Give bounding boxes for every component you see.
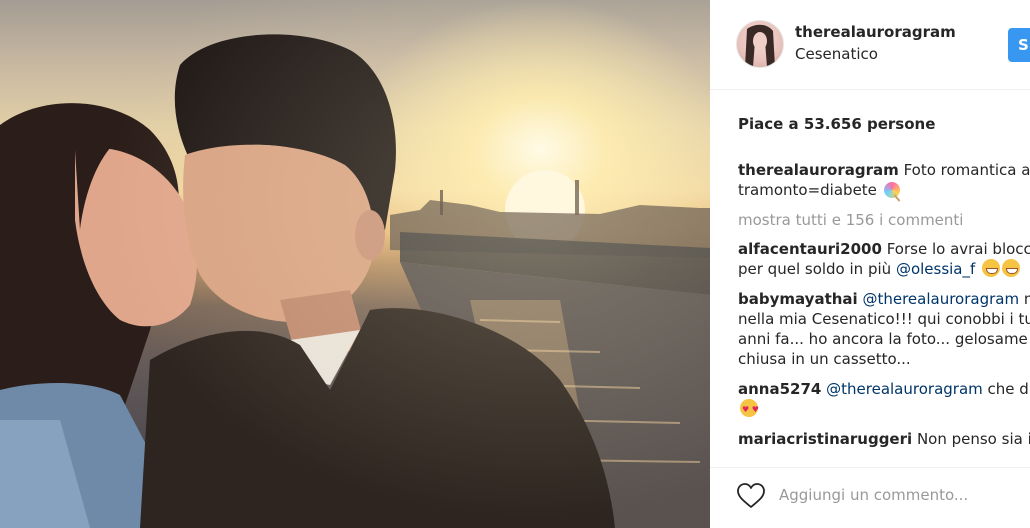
caption-username[interactable]: therealauroragram	[738, 161, 899, 179]
add-comment-input[interactable]	[779, 482, 1009, 508]
comment-mention[interactable]: @therealauroragram	[862, 290, 1019, 308]
comment-text: per quel soldo in più	[738, 260, 892, 278]
comment-username[interactable]: anna5274	[738, 380, 821, 398]
grinning-emoji-icon	[982, 259, 1001, 277]
comment-text: m	[1024, 290, 1030, 308]
view-all-comments-link[interactable]: mostra tutti e 156 i commenti	[738, 210, 1030, 230]
comment-text: anni fa... ho ancora la foto... gelosame	[738, 330, 1028, 348]
heart-icon	[737, 483, 765, 508]
list-item: anna5274 @therealauroragram che d	[738, 379, 1030, 420]
list-item: alfacentauri2000 Forse lo avrai blocc pe…	[738, 239, 1030, 279]
comment-text: che d	[987, 380, 1029, 398]
caption-text-line2: tramonto=diabete	[738, 181, 877, 199]
comment-text: chiusa in un cassetto...	[738, 350, 911, 368]
comment-username[interactable]: alfacentauri2000	[738, 240, 882, 258]
comment-text: nella mia Cesenatico!!! qui conobbi i tu	[738, 310, 1030, 328]
comment-username[interactable]: mariacristinaruggeri	[738, 430, 912, 448]
post-sidebar: therealauroragram Cesenatico S Piace a 5…	[710, 0, 1030, 528]
comments-list: therealauroragram Foto romantica al tram…	[738, 160, 1030, 459]
photo-illustration	[0, 0, 710, 528]
caption-text-line1: Foto romantica al	[903, 161, 1030, 179]
comment-text: Forse lo avrai blocc	[886, 240, 1030, 258]
post-author-username[interactable]: therealauroragram	[795, 23, 956, 41]
comment-username[interactable]: babymayathai	[738, 290, 858, 308]
heart-eyes-emoji-icon	[740, 399, 759, 420]
follow-button[interactable]: S	[1008, 28, 1030, 62]
like-button[interactable]	[736, 482, 766, 510]
list-item: mariacristinaruggeri Non penso sia il	[738, 429, 1030, 449]
comment-text: Non penso sia il	[916, 430, 1030, 448]
post-header: therealauroragram Cesenatico S	[710, 0, 1030, 90]
grinning-emoji-icon	[1002, 259, 1021, 277]
post-location[interactable]: Cesenatico	[795, 45, 878, 63]
likes-count[interactable]: Piace a 53.656 persone	[738, 115, 935, 133]
avatar[interactable]	[736, 20, 784, 68]
caption: therealauroragram Foto romantica al tram…	[738, 160, 1030, 200]
lollipop-emoji-icon	[883, 182, 900, 198]
avatar-illustration	[745, 24, 775, 67]
list-item: babymayathai @therealauroragram m nella …	[738, 289, 1030, 369]
post-footer	[710, 467, 1030, 528]
comment-mention[interactable]: @olessia_f	[896, 260, 975, 278]
post-photo[interactable]	[0, 0, 710, 528]
comment-mention[interactable]: @therealauroragram	[826, 380, 983, 398]
